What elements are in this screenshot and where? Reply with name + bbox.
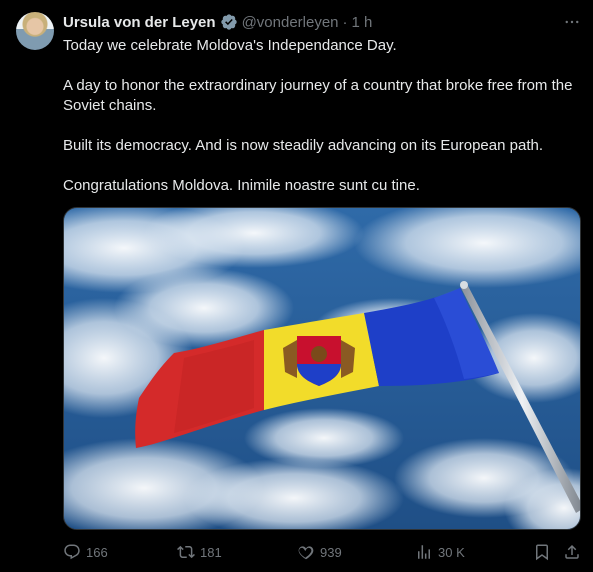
views-button[interactable]: 30 K bbox=[415, 540, 465, 564]
like-button[interactable]: 939 bbox=[297, 540, 342, 564]
share-icon bbox=[565, 544, 579, 559]
tweet-paragraph: A day to honor the extraordinary journey… bbox=[63, 77, 573, 114]
author-name[interactable]: Ursula von der Leyen bbox=[63, 14, 216, 31]
tweet-actions: 166 181 939 30 K bbox=[63, 540, 585, 564]
repost-count: 181 bbox=[200, 544, 222, 560]
reply-count: 166 bbox=[86, 544, 108, 560]
separator-dot: · bbox=[342, 13, 348, 31]
reply-button[interactable]: 166 bbox=[63, 540, 108, 564]
tweet-media-image[interactable] bbox=[63, 207, 581, 530]
avatar[interactable] bbox=[16, 12, 54, 50]
repost-button[interactable]: 181 bbox=[177, 540, 222, 564]
reply-icon bbox=[64, 544, 80, 560]
views-count: 30 K bbox=[438, 544, 465, 560]
tweet-header: Ursula von der Leyen @vonderleyen · 1 h bbox=[63, 12, 372, 32]
bookmark-icon bbox=[536, 544, 548, 561]
tweet-paragraph: Congratulations Moldova. Inimile noastre… bbox=[63, 177, 420, 194]
moldova-flag-image bbox=[64, 208, 580, 529]
more-icon[interactable] bbox=[560, 12, 584, 32]
tweet-text: Today we celebrate Moldova's Independanc… bbox=[63, 36, 575, 216]
views-icon bbox=[418, 545, 430, 559]
bookmark-button[interactable] bbox=[533, 540, 551, 564]
repost-icon bbox=[177, 545, 195, 559]
author-handle[interactable]: @vonderleyen bbox=[242, 14, 339, 31]
post-time[interactable]: 1 h bbox=[352, 14, 373, 31]
tweet-paragraph: Built its democracy. And is now steadily… bbox=[63, 137, 543, 154]
like-count: 939 bbox=[320, 544, 342, 560]
verified-badge-icon[interactable] bbox=[220, 13, 238, 31]
tweet-paragraph: Today we celebrate Moldova's Independanc… bbox=[63, 37, 397, 54]
share-button[interactable] bbox=[563, 540, 581, 564]
like-icon bbox=[298, 546, 314, 560]
